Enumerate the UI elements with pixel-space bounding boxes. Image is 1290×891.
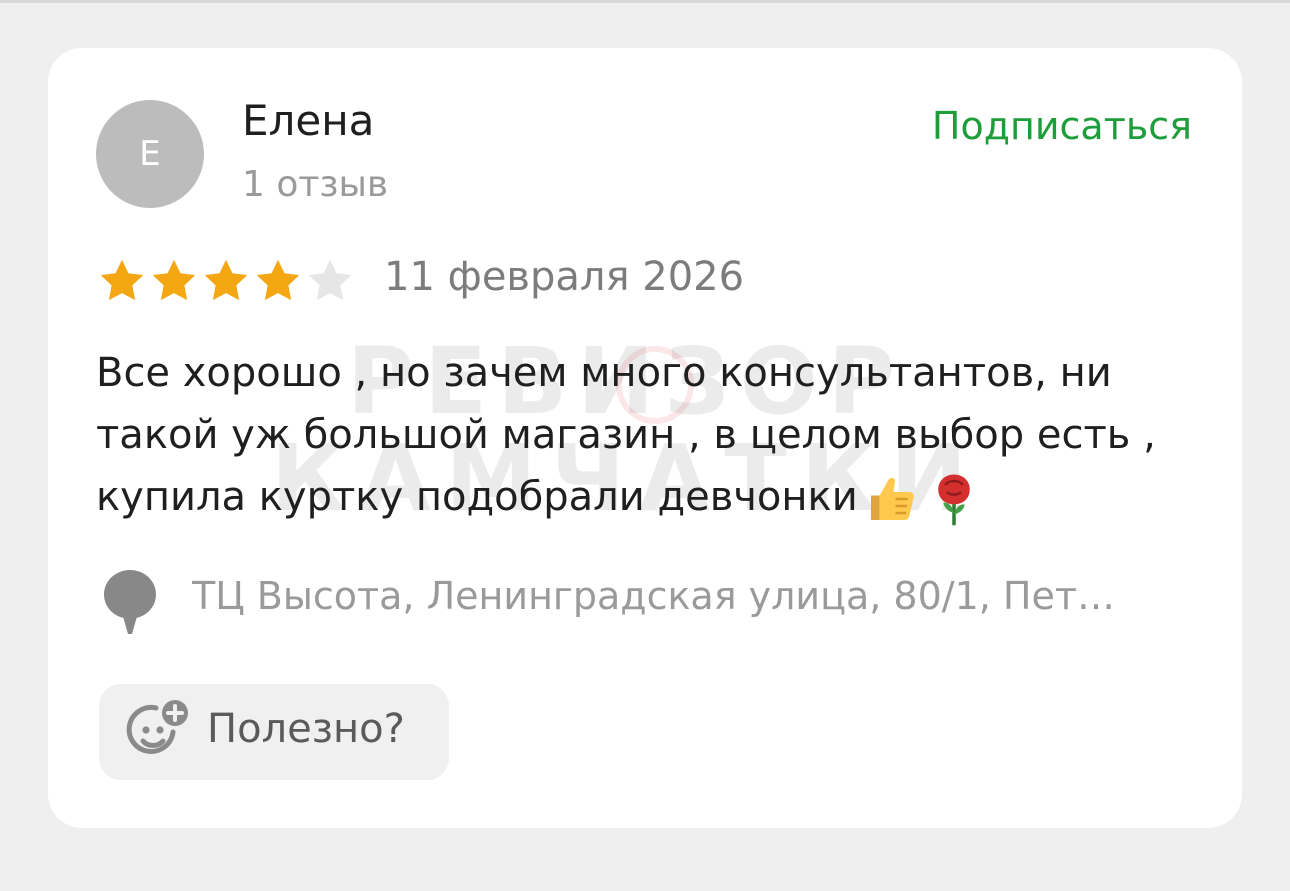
location-pin-icon: [104, 570, 156, 634]
review-text: Все хорошо , но зачем много консультанто…: [96, 342, 1206, 528]
user-name[interactable]: Елена: [242, 96, 374, 145]
top-divider: [0, 0, 1290, 3]
thumbs-up-icon: [870, 477, 914, 520]
rating-stars: [96, 256, 356, 306]
review-body: Все хорошо , но зачем много консультанто…: [96, 350, 1156, 520]
location-address[interactable]: ТЦ Высота, Ленинградская улица, 80/1, Пе…: [192, 574, 1192, 618]
smile-plus-icon: [126, 700, 188, 754]
star-icon: [204, 259, 248, 301]
star-icon: [256, 259, 300, 301]
avatar-letter: Е: [139, 134, 161, 174]
review-card: РЕВИЗОР КАМЧАТКИ Е Елена 1 отзыв Подписа…: [48, 48, 1242, 828]
helpful-button[interactable]: Полезно?: [99, 684, 449, 780]
rose-icon: [937, 474, 970, 526]
helpful-label: Полезно?: [207, 706, 405, 752]
location-row[interactable]: ТЦ Высота, Ленинградская улица, 80/1, Пе…: [102, 566, 1198, 636]
star-icon: [152, 259, 196, 301]
star-icon: [100, 259, 144, 301]
avatar[interactable]: Е: [96, 100, 204, 208]
subscribe-button[interactable]: Подписаться: [932, 104, 1192, 148]
review-count: 1 отзыв: [242, 164, 389, 205]
star-empty-icon: [308, 259, 352, 301]
review-date: 11 февраля 2026: [384, 254, 745, 300]
